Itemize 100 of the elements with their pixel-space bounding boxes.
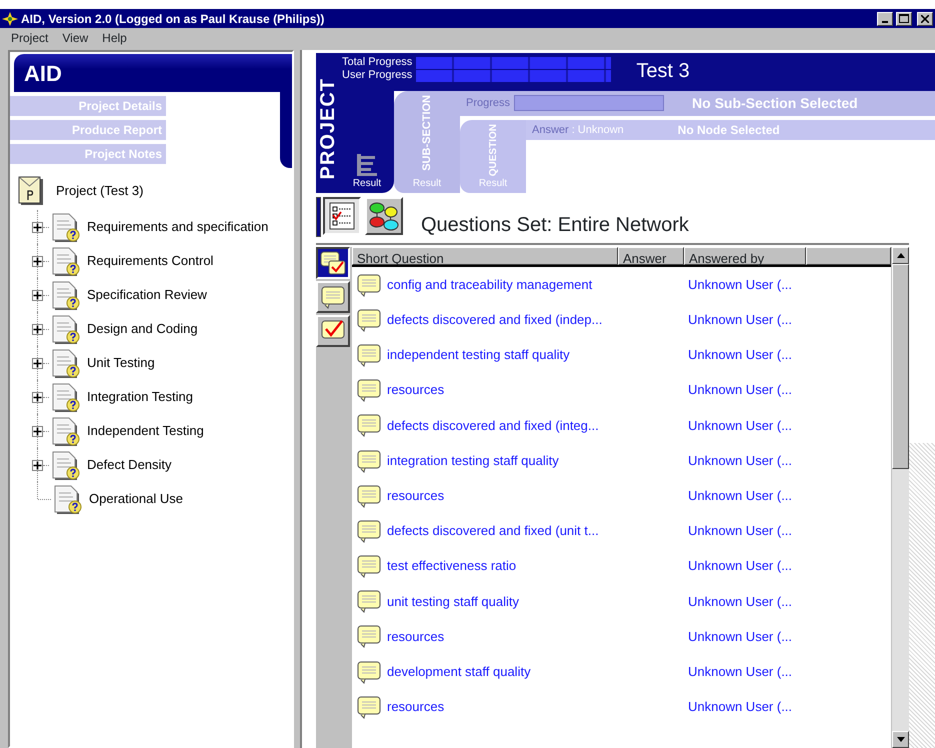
note-icon	[356, 484, 382, 508]
result-label: Result	[352, 177, 382, 191]
note-icon	[356, 589, 382, 614]
note-icon	[356, 694, 382, 719]
result-label: Result	[478, 177, 508, 191]
answered-by-link[interactable]: Unknown User (...	[688, 556, 792, 576]
question-link[interactable]: development staff quality	[387, 662, 618, 682]
answered-by-link[interactable]: Unknown User (...	[688, 274, 792, 294]
list-view-button[interactable]	[323, 197, 361, 235]
answered-by-link[interactable]: Unknown User (...	[688, 310, 792, 330]
note-icon	[356, 554, 382, 578]
tree-item[interactable]: Specification Review	[87, 285, 207, 305]
scroll-down-icon[interactable]	[896, 737, 904, 742]
scroll-up-icon[interactable]	[896, 253, 904, 258]
sidebar-title: AID	[14, 54, 292, 92]
sub-section-status: No Sub-Section Selected	[692, 94, 858, 113]
network-view-button[interactable]	[365, 197, 403, 235]
tree-item[interactable]: Requirements and specification	[87, 217, 268, 237]
tree-item[interactable]: Integration Testing	[87, 387, 193, 407]
note-icon	[356, 660, 382, 684]
note-icon	[356, 413, 382, 438]
expand-button[interactable]	[32, 324, 43, 334]
expand-button[interactable]	[32, 392, 43, 402]
project-tab[interactable]: PROJECT	[316, 53, 340, 193]
note-icon	[356, 624, 382, 648]
progress-label: Total Progress	[342, 56, 412, 69]
expand-button[interactable]	[32, 426, 43, 436]
question-link[interactable]: defects discovered and fixed (integ...	[387, 416, 618, 436]
note-icon	[356, 518, 382, 543]
vertical-scrollbar[interactable]	[891, 247, 909, 748]
sub-section-tab-label: SUB-SECTION	[420, 94, 434, 171]
question-link[interactable]: unit testing staff quality	[387, 592, 618, 612]
answered-by-link[interactable]: Unknown User (...	[688, 416, 792, 436]
question-link[interactable]: integration testing staff quality	[387, 450, 618, 470]
column-header[interactable]: Answered by	[684, 247, 806, 265]
tree-item[interactable]: Project (Test 3)	[56, 181, 144, 201]
note-icon	[356, 272, 382, 297]
note-icon	[356, 342, 382, 367]
answer-value: : Unknown	[572, 122, 624, 138]
tree-item[interactable]: Independent Testing	[87, 421, 204, 441]
progress-label: Progress	[466, 96, 510, 112]
tree-item[interactable]: Unit Testing	[87, 353, 155, 373]
question-link[interactable]: independent testing staff quality	[387, 345, 618, 365]
note-icon	[356, 448, 382, 473]
expand-button[interactable]	[32, 358, 43, 368]
app-icon	[2, 12, 18, 26]
answered-by-link[interactable]: Unknown User (...	[688, 626, 792, 646]
question-link[interactable]: defects discovered and fixed (unit t...	[387, 521, 618, 541]
minimize-icon	[882, 20, 888, 22]
note-icon	[356, 378, 382, 402]
menu-item[interactable]: Help	[97, 29, 132, 47]
question-link[interactable]: resources	[387, 380, 618, 400]
close-icon	[921, 14, 929, 22]
question-link[interactable]: config and traceability management	[387, 274, 618, 294]
questions-set-title: Questions Set: Entire Network	[421, 213, 689, 237]
tree-item[interactable]: Design and Coding	[87, 319, 198, 339]
column-header[interactable]: Short Question	[352, 247, 618, 265]
note-check-icon	[319, 250, 347, 276]
expand-button[interactable]	[32, 222, 43, 232]
expand-button[interactable]	[32, 460, 43, 470]
result-chart-icon	[355, 154, 379, 176]
answered-by-link[interactable]: Unknown User (...	[688, 521, 792, 541]
maximize-button[interactable]	[896, 12, 912, 26]
column-header[interactable]: Answer	[618, 247, 684, 265]
answered-by-link[interactable]: Unknown User (...	[688, 450, 792, 470]
question-link[interactable]: test effectiveness ratio	[387, 556, 618, 576]
answered-by-link[interactable]: Unknown User (...	[688, 345, 792, 365]
filter-tab[interactable]	[316, 247, 350, 279]
menu-item[interactable]: View	[57, 29, 94, 47]
question-link[interactable]: resources	[387, 626, 618, 646]
answer-label: Answer	[532, 122, 569, 138]
question-tab-label: QUESTION	[486, 124, 500, 176]
tree-item[interactable]: Defect Density	[87, 455, 172, 475]
expand-button[interactable]	[32, 290, 43, 300]
result-label: Result	[412, 177, 442, 191]
tree-item[interactable]: Operational Use	[89, 489, 183, 509]
note-icon	[320, 285, 346, 309]
checklist-icon	[328, 202, 356, 230]
note-icon	[356, 308, 382, 332]
question-link[interactable]: resources	[387, 697, 618, 717]
tree-item[interactable]: Requirements Control	[87, 251, 214, 271]
answered-by-link[interactable]: Unknown User (...	[688, 662, 792, 682]
minimize-button[interactable]	[877, 12, 893, 26]
project-icon	[18, 176, 44, 206]
result-panel[interactable]: Result	[340, 90, 394, 193]
answered-by-link[interactable]: Unknown User (...	[688, 697, 792, 717]
question-link[interactable]: defects discovered and fixed (indep...	[387, 310, 618, 330]
network-diagram-icon	[368, 200, 400, 232]
project-name: Test 3	[636, 59, 690, 84]
close-button[interactable]	[917, 12, 933, 26]
answered-by-link[interactable]: Unknown User (...	[688, 486, 792, 506]
node-status: No Node Selected	[678, 122, 780, 139]
answered-by-link[interactable]: Unknown User (...	[688, 380, 792, 400]
expand-button[interactable]	[32, 256, 43, 266]
question-link[interactable]: resources	[387, 486, 618, 506]
project-tab-label: PROJECT	[317, 78, 339, 179]
menu-item[interactable]: Project	[6, 29, 54, 47]
window-title: AID, Version 2.0 (Logged on as Paul Krause (Philips))	[21, 10, 326, 28]
progress-label: User Progress	[342, 69, 412, 82]
answered-by-link[interactable]: Unknown User (...	[688, 592, 792, 612]
